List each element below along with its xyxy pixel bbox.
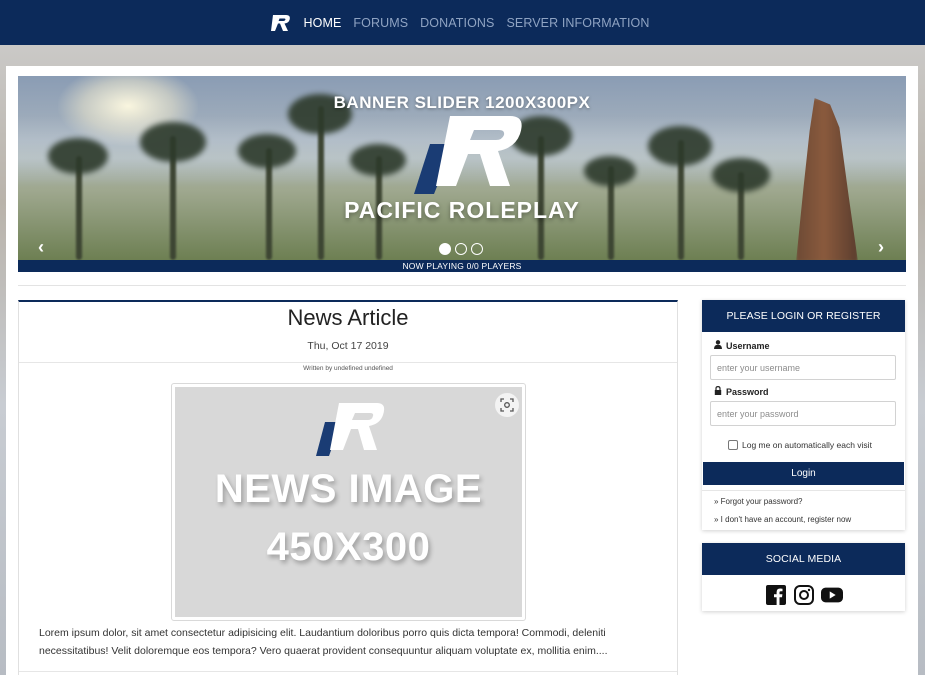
remember-me-label: Log me on automatically each visit bbox=[742, 440, 872, 450]
username-input[interactable] bbox=[710, 355, 896, 380]
top-navigation: HOME FORUMS DONATIONS SERVER INFORMATION bbox=[0, 0, 925, 45]
slider-dot-3[interactable] bbox=[471, 243, 483, 255]
social-media-panel: SOCIAL MEDIA bbox=[702, 543, 905, 611]
pacific-r-logo-icon[interactable] bbox=[270, 12, 292, 34]
main-container: BANNER SLIDER 1200X300PX PACIFIC ROLEPLA… bbox=[6, 66, 918, 675]
expand-focus-icon[interactable] bbox=[495, 393, 519, 417]
login-panel: PLEASE LOGIN OR REGISTER Username Passwo… bbox=[702, 300, 905, 530]
social-media-header: SOCIAL MEDIA bbox=[702, 543, 905, 575]
news-image-size-label: 450X300 bbox=[266, 525, 431, 569]
slider-dot-1[interactable] bbox=[439, 243, 451, 255]
username-label: Username bbox=[714, 340, 770, 351]
social-icons-row bbox=[702, 585, 905, 605]
login-panel-header: PLEASE LOGIN OR REGISTER bbox=[702, 300, 905, 332]
lock-icon bbox=[714, 385, 722, 397]
news-image-r-logo-icon bbox=[315, 402, 387, 460]
remember-me-checkbox[interactable] bbox=[728, 440, 738, 450]
facebook-icon[interactable] bbox=[765, 585, 787, 605]
password-input[interactable] bbox=[710, 401, 896, 426]
slider-dot-2[interactable] bbox=[455, 243, 467, 255]
youtube-icon[interactable] bbox=[820, 585, 843, 605]
forgot-password-link[interactable]: » Forgot your password? bbox=[714, 497, 803, 506]
article-date: Thu, Oct 17 2019 bbox=[307, 340, 389, 352]
nav-server-information-link[interactable]: SERVER INFORMATION bbox=[506, 16, 649, 30]
banner-slider: BANNER SLIDER 1200X300PX PACIFIC ROLEPLA… bbox=[18, 76, 906, 260]
login-divider bbox=[702, 490, 905, 491]
article-bottom-divider bbox=[19, 671, 677, 672]
instagram-icon[interactable] bbox=[793, 585, 815, 605]
news-image[interactable]: NEWS IMAGE 450X300 bbox=[175, 387, 522, 617]
nav-home-link[interactable]: HOME bbox=[304, 16, 342, 30]
news-image-frame: NEWS IMAGE 450X300 bbox=[171, 383, 526, 621]
news-article-card: News Article Thu, Oct 17 2019 Written by… bbox=[18, 300, 678, 675]
banner-r-logo-icon bbox=[410, 114, 526, 200]
article-title: News Article bbox=[287, 305, 409, 330]
username-label-text: Username bbox=[726, 340, 770, 351]
remember-me-row: Log me on automatically each visit bbox=[728, 440, 872, 450]
password-label: Password bbox=[714, 385, 769, 397]
nav-forums-link[interactable]: FORUMS bbox=[353, 16, 408, 30]
slider-next-arrow[interactable]: › bbox=[878, 238, 884, 256]
article-divider bbox=[19, 362, 677, 363]
now-playing-bar: NOW PLAYING 0/0 PLAYERS bbox=[18, 260, 906, 272]
article-body: Lorem ipsum dolor, sit amet consectetur … bbox=[39, 627, 608, 657]
news-image-label: NEWS IMAGE bbox=[214, 467, 483, 511]
banner-title: BANNER SLIDER 1200X300PX bbox=[333, 93, 591, 112]
banner-brand-name: PACIFIC ROLEPLAY bbox=[344, 197, 580, 223]
slider-indicators bbox=[439, 243, 483, 255]
section-divider bbox=[18, 285, 906, 286]
password-label-text: Password bbox=[726, 386, 769, 397]
article-author: Written by undefined undefined bbox=[303, 365, 393, 372]
register-link[interactable]: » I don't have an account, register now bbox=[714, 515, 851, 524]
nav-donations-link[interactable]: DONATIONS bbox=[420, 16, 494, 30]
user-icon bbox=[714, 340, 722, 351]
slider-prev-arrow[interactable]: ‹ bbox=[38, 238, 44, 256]
login-button[interactable]: Login bbox=[703, 462, 904, 485]
